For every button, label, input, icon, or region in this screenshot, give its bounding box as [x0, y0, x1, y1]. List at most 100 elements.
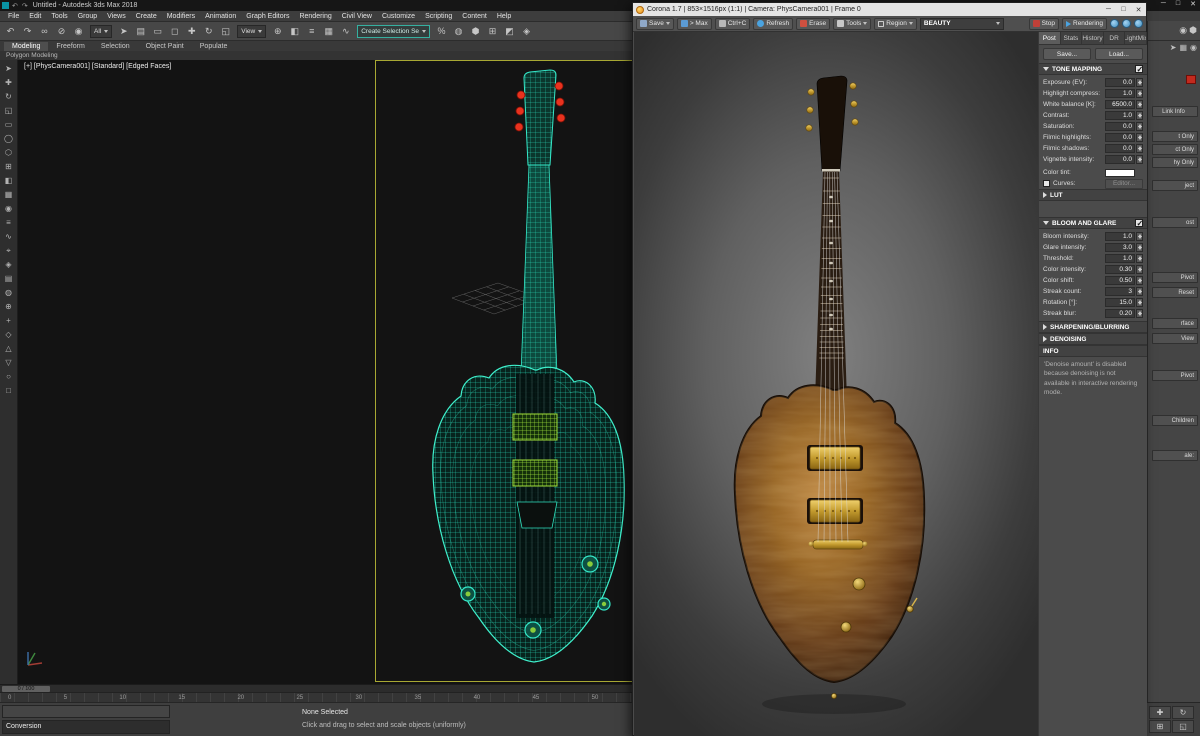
toolbar-icon[interactable]: ▭ [1, 118, 16, 131]
spinner-control[interactable] [1136, 298, 1143, 307]
clipped-panel-button[interactable]: Pivot [1152, 272, 1198, 283]
command-panel-tab-icon[interactable]: ▦ [1179, 43, 1187, 55]
parameter-value-field[interactable]: 0.0 [1105, 78, 1135, 87]
toolbar-icon[interactable]: ⊞ [1, 160, 16, 173]
menu-item[interactable]: Views [102, 13, 131, 20]
parameter-value-field[interactable]: 1.0 [1105, 232, 1135, 241]
toolbar-icon[interactable]: ∿ [337, 23, 354, 39]
menu-item[interactable]: Content [457, 13, 492, 20]
object-color-swatch[interactable] [1186, 75, 1196, 84]
link-info-button[interactable]: Link Info [1152, 106, 1198, 117]
minimize-button[interactable]: ─ [1101, 6, 1116, 13]
copy-to-max-button[interactable]: > Max [677, 18, 712, 30]
toolbar-icon[interactable]: ↷ [19, 23, 36, 39]
viewport-label[interactable]: [+] [PhysCamera001] [Standard] [Edged Fa… [24, 63, 171, 70]
clipped-panel-button[interactable]: Reset [1152, 287, 1198, 298]
color-tint-swatch[interactable] [1105, 169, 1135, 177]
curves-checkbox[interactable] [1043, 180, 1050, 187]
panel-tab[interactable]: LightMix [1125, 32, 1147, 44]
toolbar-icon[interactable]: + [1, 314, 16, 327]
undo-icon[interactable]: ↶ [12, 2, 18, 10]
menu-item[interactable]: Graph Editors [241, 13, 294, 20]
toolbar-icon[interactable]: ◈ [1, 258, 16, 271]
maxscript-mini-listener[interactable] [2, 705, 170, 718]
toolbar-icon[interactable]: ▦ [1, 188, 16, 201]
tools-button[interactable]: Tools [833, 18, 871, 30]
toolbar-icon[interactable]: ↶ [2, 23, 19, 39]
menu-item[interactable]: Rendering [294, 13, 336, 20]
parameter-value-field[interactable]: 0.0 [1105, 144, 1135, 153]
menu-item[interactable]: File [3, 13, 24, 20]
clipped-panel-button[interactable]: t Only [1152, 131, 1198, 142]
spinner-control[interactable] [1136, 243, 1143, 252]
toolbar-icon[interactable]: ▽ [1, 356, 16, 369]
spinner-control[interactable] [1136, 309, 1143, 318]
clipped-panel-button[interactable]: ct Only [1152, 144, 1198, 155]
toolbar-icon[interactable]: ◉ [70, 23, 87, 39]
toolbar-icon[interactable]: ≡ [1, 216, 16, 229]
toolbar-icon[interactable]: ◈ [518, 23, 535, 39]
section-denoising[interactable]: DENOISING [1039, 333, 1147, 345]
clipped-panel-button[interactable]: hy Only [1152, 157, 1198, 168]
config-load-button[interactable]: Load... [1095, 48, 1143, 60]
spinner-control[interactable] [1136, 100, 1143, 109]
create-selection-set-field[interactable]: Create Selection Se [357, 25, 430, 38]
viewport-nav-icon[interactable]: ◱ [1172, 720, 1194, 733]
toolbar-icon[interactable]: ◉ [1179, 25, 1187, 36]
toolbar-icon[interactable]: ⬡ [1, 146, 16, 159]
parameter-value-field[interactable]: 3.0 [1105, 243, 1135, 252]
spinner-control[interactable] [1136, 78, 1143, 87]
render-channel-dropdown[interactable]: BEAUTY [920, 18, 1004, 30]
erase-button[interactable]: Erase [796, 18, 830, 30]
spinner-control[interactable] [1136, 232, 1143, 241]
parameter-value-field[interactable]: 0.0 [1105, 122, 1135, 131]
minimize-button[interactable]: ─ [1161, 0, 1166, 8]
toolbar-icon[interactable]: ▤ [1, 272, 16, 285]
toolbar-icon[interactable]: ∿ [1, 230, 16, 243]
toolbar-icon[interactable]: ⊘ [53, 23, 70, 39]
stop-render-button[interactable]: Stop [1029, 18, 1059, 30]
viewport-nav-icon[interactable]: ✚ [1149, 706, 1171, 719]
toolbar-icon[interactable]: ✚ [1, 76, 16, 89]
parameter-value-field[interactable]: 15.0 [1105, 298, 1135, 307]
toolbar-icon[interactable]: ○ [1, 370, 16, 383]
menu-item[interactable]: Group [73, 13, 102, 20]
parameter-value-field[interactable]: 1.0 [1105, 111, 1135, 120]
toolbar-icon[interactable]: ◻ [166, 23, 183, 39]
spinner-control[interactable] [1136, 89, 1143, 98]
spinner-control[interactable] [1136, 265, 1143, 274]
clipped-panel-button[interactable]: ost [1152, 217, 1198, 228]
panel-tab[interactable]: DR [1104, 32, 1126, 44]
panel-tab[interactable]: Post [1039, 32, 1061, 44]
toolbar-icon[interactable]: ∞ [36, 23, 53, 39]
clipped-panel-button[interactable]: ale: [1152, 450, 1198, 461]
section-tone-mapping[interactable]: TONE MAPPING [1039, 63, 1147, 75]
ribbon-tab[interactable]: Populate [192, 42, 236, 51]
section-sharpening[interactable]: SHARPENING/BLURRING [1039, 321, 1147, 333]
toolbar-icon[interactable]: ⊕ [269, 23, 286, 39]
viewport-nav-icon[interactable]: ⊞ [1149, 720, 1171, 733]
parameter-value-field[interactable]: 0.30 [1105, 265, 1135, 274]
toolbar-icon[interactable]: ⌖ [1, 244, 16, 257]
spinner-control[interactable] [1136, 254, 1143, 263]
spinner-control[interactable] [1136, 144, 1143, 153]
bloom-checkbox[interactable] [1135, 219, 1143, 227]
save-image-button[interactable]: Save [636, 18, 674, 30]
toolbar-icon[interactable]: ➤ [1, 62, 16, 75]
spinner-control[interactable] [1136, 276, 1143, 285]
menu-item[interactable]: Help [492, 13, 516, 20]
close-button[interactable]: ✕ [1190, 0, 1196, 8]
toolbar-icon[interactable]: ◩ [501, 23, 518, 39]
viewport-nav-icon[interactable]: ↻ [1172, 706, 1194, 719]
panel-tab[interactable]: Stats [1061, 32, 1083, 44]
refresh-button[interactable]: Refresh [753, 18, 793, 30]
toolbar-icon[interactable]: ⊕ [1, 300, 16, 313]
menu-item[interactable]: Edit [24, 13, 46, 20]
region-button[interactable]: Region [874, 18, 917, 30]
parameter-value-field[interactable]: 0.20 [1105, 309, 1135, 318]
toolbar-icon[interactable]: ◱ [1, 104, 16, 117]
spinner-control[interactable] [1136, 155, 1143, 164]
spinner-control[interactable] [1136, 287, 1143, 296]
copy-clipboard-button[interactable]: Ctrl+C [715, 18, 751, 30]
render-canvas[interactable] [634, 32, 1038, 736]
